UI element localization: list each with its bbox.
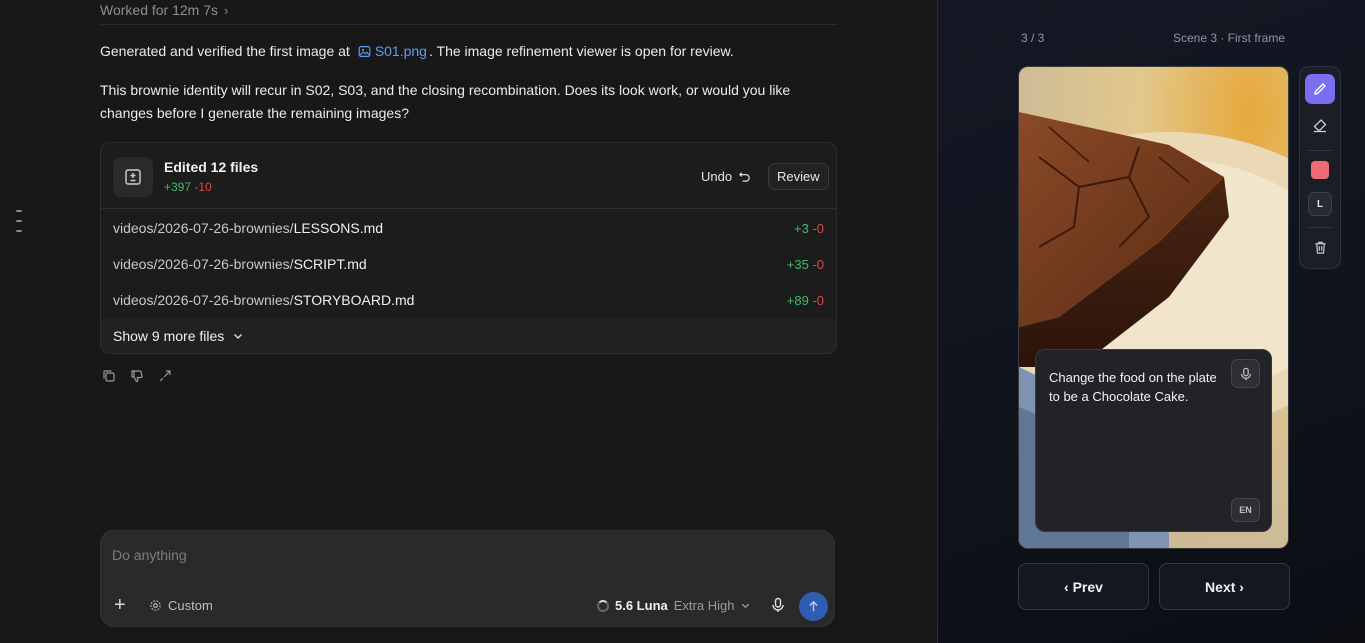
- chevron-down-icon: [742, 603, 750, 609]
- file-path: videos/2026-07-26-brownies/STORYBOARD.md: [113, 292, 787, 308]
- loading-spinner-icon: [597, 599, 609, 612]
- edited-files-counts: +397 -10: [164, 180, 212, 194]
- file-delta: +3 -0: [794, 221, 824, 236]
- edited-files-title: Edited 12 files: [164, 159, 259, 175]
- undo-icon: [739, 172, 750, 182]
- message-text: Generated and verified the first image a…: [100, 43, 350, 59]
- custom-mode-button[interactable]: Custom: [149, 598, 213, 613]
- chevron-right-icon: ›: [224, 2, 229, 18]
- image-icon: [358, 45, 371, 57]
- file-delta: +89 -0: [787, 293, 824, 308]
- lines-added: +397: [164, 180, 192, 194]
- worked-duration[interactable]: Worked for 12m 7s ›: [100, 2, 228, 18]
- toolbar-divider: [1309, 150, 1331, 151]
- prev-button[interactable]: ‹ Prev: [1018, 563, 1149, 610]
- file-row[interactable]: videos/2026-07-26-brownies/LESSONS.md +3…: [101, 210, 836, 246]
- brush-size-label: L: [1308, 192, 1332, 216]
- trash-icon: [1314, 241, 1326, 254]
- frame-counter: 3 / 3: [1021, 31, 1045, 45]
- chevron-down-icon: [234, 334, 243, 339]
- file-added: +3: [793, 220, 809, 236]
- file-path: videos/2026-07-26-brownies/SCRIPT.md: [113, 256, 787, 272]
- file-dir: videos/2026-07-26-brownies/: [113, 292, 294, 308]
- divider: [100, 24, 837, 25]
- pencil-icon: [1314, 83, 1326, 95]
- add-icon[interactable]: +: [114, 595, 126, 615]
- file-link-label: S01.png: [374, 43, 427, 59]
- file-delta: +35 -0: [787, 257, 824, 272]
- diff-icon: [113, 157, 153, 197]
- microphone-icon: [1240, 367, 1251, 380]
- message-text: . The image refinement viewer is open fo…: [428, 43, 734, 59]
- file-name: LESSONS.md: [293, 220, 384, 236]
- copy-icon[interactable]: [102, 369, 116, 383]
- assistant-message-2: This brownie identity will recur in S02,…: [100, 82, 791, 121]
- undo-label: Undo: [701, 169, 733, 184]
- image-refinement-viewer: 3 / 3 Scene 3 · First frame Change the f…: [937, 0, 1365, 643]
- custom-label: Custom: [168, 598, 213, 613]
- drawing-toolbar: L: [1299, 66, 1341, 269]
- pen-tool-button[interactable]: [1305, 74, 1335, 104]
- model-selector[interactable]: 5.6 Luna Extra High: [597, 598, 751, 613]
- file-dir: videos/2026-07-26-brownies/: [113, 256, 294, 272]
- composer[interactable]: Do anything + Custom 5.6 Luna Extra High: [100, 530, 835, 627]
- composer-input[interactable]: Do anything: [112, 547, 187, 563]
- show-more-label: Show 9 more files: [113, 328, 225, 344]
- edit-prompt-box[interactable]: Change the food on the plate to be a Cho…: [1035, 349, 1272, 532]
- file-name: SCRIPT.md: [293, 256, 367, 272]
- file-path: videos/2026-07-26-brownies/LESSONS.md: [113, 220, 794, 236]
- show-more-files-button[interactable]: Show 9 more files: [101, 318, 836, 353]
- microphone-icon[interactable]: [770, 597, 786, 618]
- eraser-icon: [1313, 119, 1327, 133]
- color-swatch: [1311, 161, 1329, 179]
- edit-prompt-text[interactable]: Change the food on the plate to be a Cho…: [1049, 368, 1219, 406]
- model-effort: Extra High: [673, 598, 735, 613]
- sidebar-toggle[interactable]: [16, 210, 22, 240]
- app-window: Worked for 12m 7s › Generated and verifi…: [0, 0, 1365, 643]
- eraser-tool-button[interactable]: [1305, 110, 1335, 140]
- gear-icon: [150, 600, 161, 611]
- language-button[interactable]: EN: [1231, 498, 1260, 522]
- file-row[interactable]: videos/2026-07-26-brownies/STORYBOARD.md…: [101, 282, 836, 318]
- file-removed: -0: [812, 292, 824, 308]
- message-actions: [102, 369, 172, 383]
- file-added: +35: [786, 256, 809, 272]
- next-button[interactable]: Next ›: [1159, 563, 1290, 610]
- model-name: 5.6 Luna: [615, 598, 668, 613]
- color-picker-button[interactable]: [1305, 155, 1335, 185]
- share-icon[interactable]: [158, 369, 172, 383]
- edited-files-card: Edited 12 files +397 -10 Undo Review vid…: [100, 142, 837, 354]
- file-removed: -0: [812, 256, 824, 272]
- edited-files-header: Edited 12 files +397 -10 Undo Review: [101, 143, 836, 209]
- toolbar-divider: [1309, 227, 1331, 228]
- worked-label: Worked for 12m 7s: [100, 2, 219, 18]
- file-removed: -0: [812, 220, 824, 236]
- scene-label: Scene 3 · First frame: [1172, 31, 1285, 45]
- delete-button[interactable]: [1305, 232, 1335, 262]
- arrow-up-icon: [809, 600, 818, 612]
- file-link[interactable]: S01.png: [358, 43, 427, 59]
- assistant-message-1: Generated and verified the first image a…: [100, 43, 734, 59]
- file-row[interactable]: videos/2026-07-26-brownies/SCRIPT.md +35…: [101, 246, 836, 282]
- brush-size-button[interactable]: L: [1305, 189, 1335, 219]
- send-button[interactable]: [799, 592, 828, 621]
- thumbs-down-icon[interactable]: [130, 369, 144, 383]
- lines-removed: -10: [194, 180, 212, 194]
- file-name: STORYBOARD.md: [293, 292, 415, 308]
- file-dir: videos/2026-07-26-brownies/: [113, 220, 294, 236]
- prompt-mic-button[interactable]: [1231, 359, 1260, 388]
- undo-button[interactable]: Undo: [701, 169, 751, 184]
- file-added: +89: [786, 292, 809, 308]
- review-button[interactable]: Review: [768, 163, 829, 190]
